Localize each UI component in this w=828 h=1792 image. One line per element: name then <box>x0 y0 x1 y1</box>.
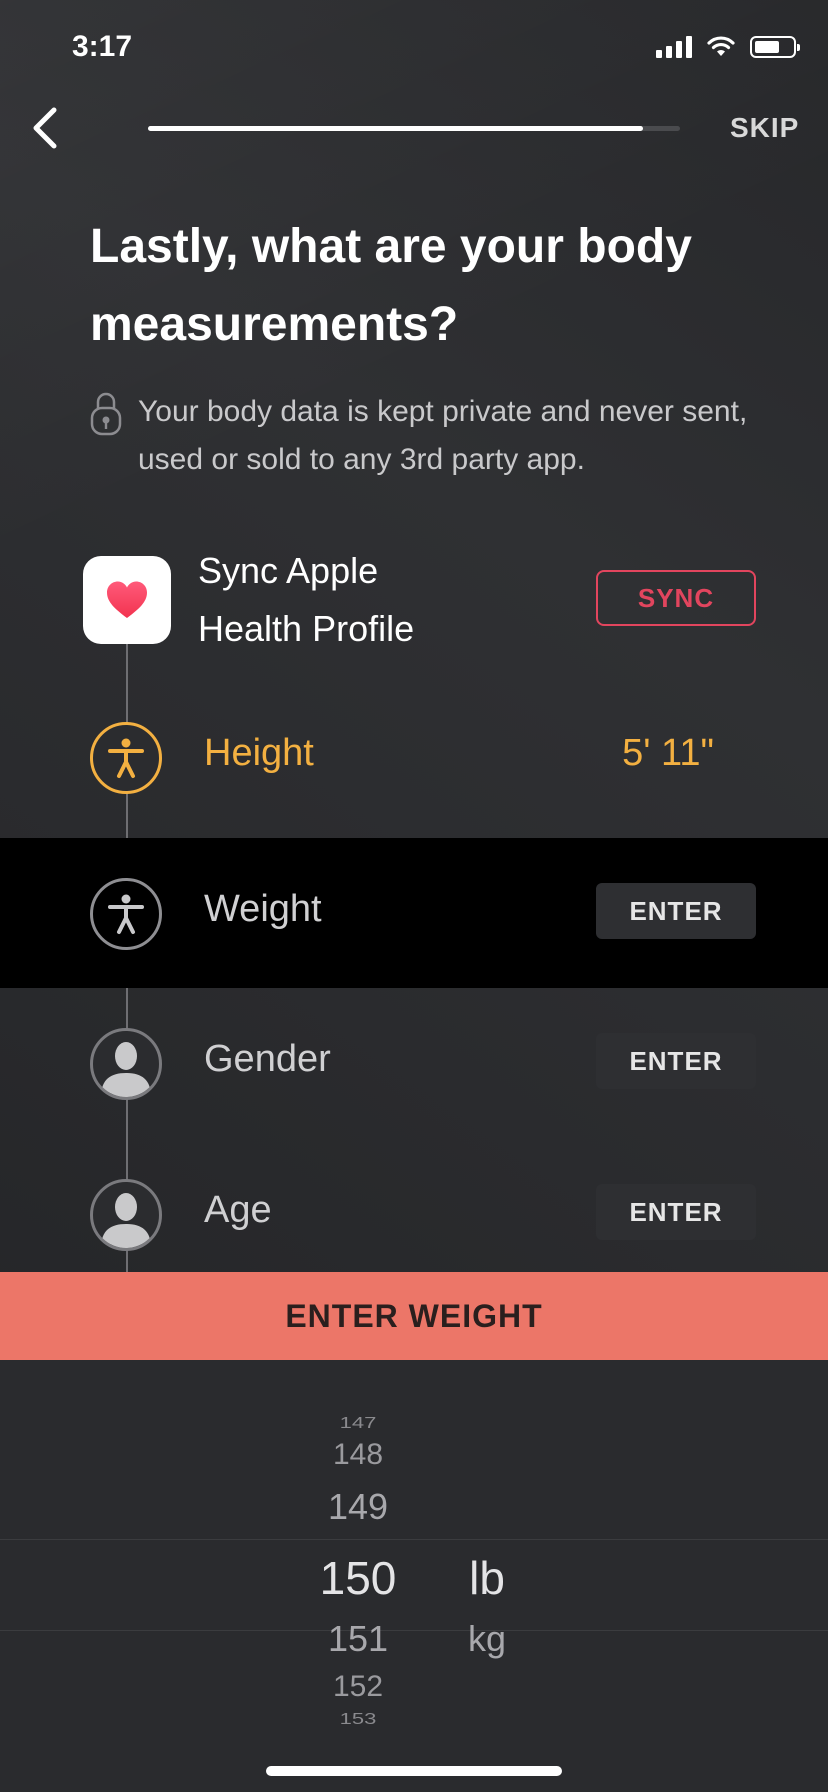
weight-label: Weight <box>204 888 322 930</box>
picker-value[interactable]: 148 <box>298 1438 418 1472</box>
status-time: 3:17 <box>72 30 133 63</box>
age-enter-button[interactable]: ENTER <box>596 1184 756 1240</box>
privacy-note: Your body data is kept private and never… <box>90 388 758 484</box>
sync-apple-health-label: Sync Apple Health Profile <box>198 550 415 649</box>
measurement-row-age[interactable]: Age ENTER <box>0 1139 828 1289</box>
picker-unit[interactable]: kg <box>427 1618 547 1660</box>
lock-icon <box>90 392 122 436</box>
picker-value[interactable]: 147 <box>298 1414 418 1432</box>
home-indicator <box>266 1766 562 1776</box>
sync-button[interactable]: SYNC <box>596 570 756 626</box>
picker-selected-unit[interactable]: lb <box>427 1551 547 1605</box>
skip-button[interactable]: SKIP <box>730 112 799 144</box>
page-title: Lastly, what are your body measurements? <box>90 220 692 351</box>
status-icons <box>656 36 800 58</box>
height-label: Height <box>204 732 314 774</box>
progress-bar <box>148 126 680 131</box>
picker-value[interactable]: 153 <box>298 1710 418 1728</box>
picker-value[interactable]: 151 <box>298 1618 418 1660</box>
person-icon <box>90 1028 162 1100</box>
apple-health-icon <box>83 556 171 644</box>
heart-icon <box>107 581 147 618</box>
signal-icon <box>656 36 692 58</box>
person-icon <box>90 1179 162 1251</box>
picker-selected-value[interactable]: 150 <box>298 1551 418 1605</box>
chevron-left-icon <box>33 107 57 149</box>
battery-icon <box>750 36 800 58</box>
picker-value[interactable]: 152 <box>298 1670 418 1704</box>
weight-picker[interactable]: 147 148 149 150 151 152 153 lb kg <box>0 1360 828 1792</box>
gender-label: Gender <box>204 1038 331 1080</box>
wifi-icon <box>707 36 735 56</box>
height-value: 5' 11" <box>622 732 714 774</box>
picker-value[interactable]: 149 <box>298 1486 418 1528</box>
accessibility-icon <box>90 722 162 794</box>
gender-enter-button[interactable]: ENTER <box>596 1033 756 1089</box>
measurement-row-weight[interactable]: Weight ENTER <box>0 838 828 988</box>
measurement-row-height[interactable]: Height 5' 11" <box>0 682 828 832</box>
weight-enter-button[interactable]: ENTER <box>596 883 756 939</box>
privacy-text: Your body data is kept private and never… <box>138 395 748 476</box>
enter-weight-button[interactable]: ENTER WEIGHT <box>0 1272 828 1360</box>
progress-fill <box>148 126 643 131</box>
accessibility-icon <box>90 878 162 950</box>
back-button[interactable] <box>26 104 66 152</box>
measurement-row-gender[interactable]: Gender ENTER <box>0 988 828 1138</box>
age-label: Age <box>204 1189 272 1231</box>
